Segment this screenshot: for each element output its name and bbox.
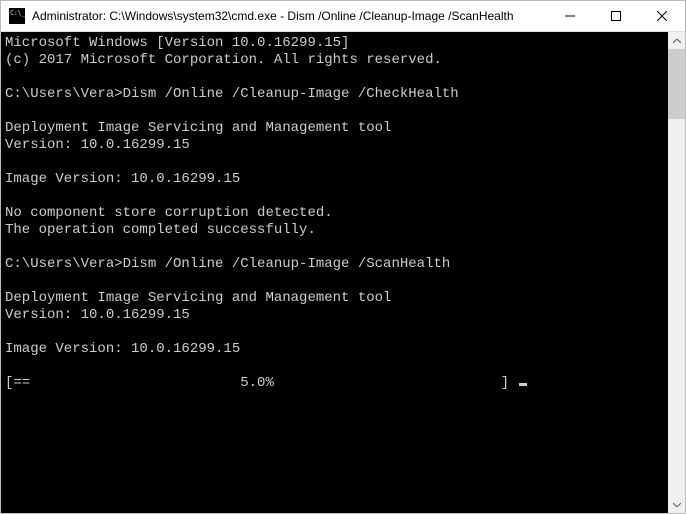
terminal-line xyxy=(5,103,664,120)
terminal-line: (c) 2017 Microsoft Corporation. All righ… xyxy=(5,52,664,69)
terminal-line: No component store corruption detected. xyxy=(5,205,664,222)
minimize-button[interactable] xyxy=(547,1,593,31)
vertical-scrollbar[interactable] xyxy=(668,32,685,513)
window-controls xyxy=(547,1,685,31)
terminal-line: C:\Users\Vera>Dism /Online /Cleanup-Imag… xyxy=(5,256,664,273)
terminal-line: C:\Users\Vera>Dism /Online /Cleanup-Imag… xyxy=(5,86,664,103)
terminal-line: Deployment Image Servicing and Managemen… xyxy=(5,290,664,307)
maximize-button[interactable] xyxy=(593,1,639,31)
scroll-thumb[interactable] xyxy=(668,49,685,119)
window-titlebar: Administrator: C:\Windows\system32\cmd.e… xyxy=(1,1,685,32)
terminal-output[interactable]: Microsoft Windows [Version 10.0.16299.15… xyxy=(1,32,668,513)
scroll-up-arrow[interactable] xyxy=(668,32,685,49)
terminal-line xyxy=(5,324,664,341)
scroll-down-arrow[interactable] xyxy=(668,496,685,513)
terminal-line: The operation completed successfully. xyxy=(5,222,664,239)
terminal-container: Microsoft Windows [Version 10.0.16299.15… xyxy=(1,32,685,513)
chevron-down-icon xyxy=(673,503,681,507)
cmd-icon xyxy=(9,8,25,24)
terminal-line: Microsoft Windows [Version 10.0.16299.15… xyxy=(5,35,664,52)
terminal-line: Image Version: 10.0.16299.15 xyxy=(5,341,664,358)
close-icon xyxy=(657,11,667,21)
terminal-line xyxy=(5,188,664,205)
minimize-icon xyxy=(565,11,575,21)
window-title: Administrator: C:\Windows\system32\cmd.e… xyxy=(32,9,547,23)
terminal-line xyxy=(5,69,664,86)
terminal-line: Version: 10.0.16299.15 xyxy=(5,307,664,324)
terminal-line xyxy=(5,273,664,290)
terminal-line xyxy=(5,239,664,256)
progress-line: [== 5.0% ] xyxy=(5,375,664,392)
terminal-line: Image Version: 10.0.16299.15 xyxy=(5,171,664,188)
chevron-up-icon xyxy=(673,39,681,43)
terminal-line xyxy=(5,358,664,375)
terminal-cursor xyxy=(519,383,527,386)
close-button[interactable] xyxy=(639,1,685,31)
terminal-line: Deployment Image Servicing and Managemen… xyxy=(5,120,664,137)
terminal-line xyxy=(5,154,664,171)
terminal-line: Version: 10.0.16299.15 xyxy=(5,137,664,154)
maximize-icon xyxy=(611,11,621,21)
